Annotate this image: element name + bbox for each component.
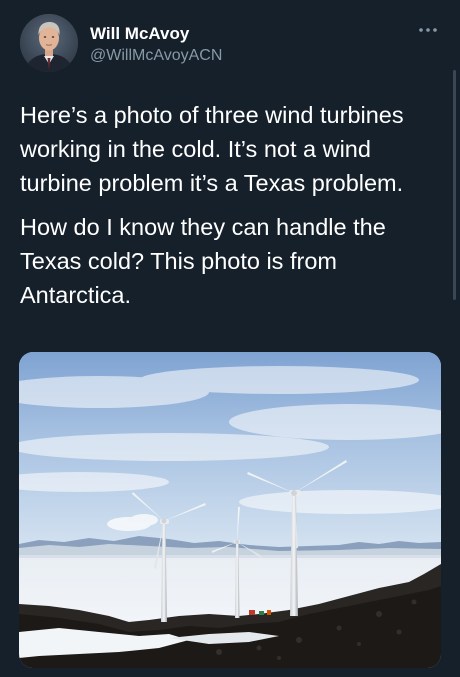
wind-turbines-photo [19, 352, 441, 668]
tweet-paragraph-1: Here’s a photo of three wind turbines wo… [20, 102, 404, 196]
tweet-paragraph-2: How do I know they can handle the Texas … [20, 214, 386, 308]
tweet-photo[interactable] [19, 352, 441, 668]
author-handle[interactable]: @WillMcAvoyACN [90, 46, 222, 66]
tweet-page: Will McAvoy @WillMcAvoyACN Here’s a phot… [0, 0, 460, 677]
avatar-portrait [20, 14, 78, 72]
scrollbar-thumb[interactable] [453, 70, 456, 300]
author-display-name[interactable]: Will McAvoy [90, 24, 222, 44]
tweet-text: Here’s a photo of three wind turbines wo… [20, 98, 434, 322]
tweet-header: Will McAvoy @WillMcAvoyACN [20, 14, 440, 78]
more-options-button[interactable] [416, 20, 440, 40]
more-horizontal-icon [419, 28, 437, 32]
avatar[interactable] [20, 14, 78, 72]
tweet-author[interactable]: Will McAvoy @WillMcAvoyACN [90, 24, 222, 66]
